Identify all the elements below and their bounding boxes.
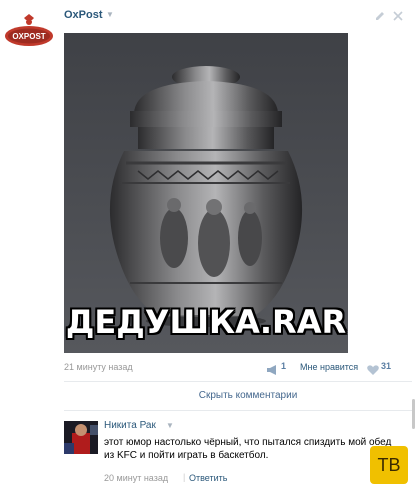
comment-time[interactable]: 20 минут назад — [104, 473, 168, 483]
image-caption: ДЕДУШКА.RAR — [65, 303, 347, 341]
like-button[interactable]: Мне нравится — [300, 362, 358, 372]
divider — [64, 410, 412, 411]
commenter-name-link[interactable]: Никита Рак — [104, 420, 156, 431]
watermark-badge: ТВ — [370, 446, 408, 484]
reply-link[interactable]: Ответить — [189, 473, 227, 483]
megaphone-icon[interactable] — [266, 362, 278, 375]
chevron-down-icon[interactable]: ▼ — [166, 421, 174, 430]
close-icon[interactable] — [393, 8, 403, 21]
wall-post: OXPOST OxPost ▼ ДЕДУШКА.RAR 21 минуту на… — [0, 0, 417, 495]
hide-comments-link[interactable]: Скрыть комментарии — [64, 390, 417, 401]
chevron-down-icon[interactable]: ▼ — [106, 10, 114, 19]
divider — [64, 381, 412, 382]
scrollbar[interactable] — [412, 399, 415, 429]
avatar-text: OXPOST — [12, 32, 45, 41]
shares-count[interactable]: 1 — [281, 361, 286, 371]
heart-icon[interactable] — [367, 362, 379, 375]
post-author-link[interactable]: OxPost — [64, 9, 103, 21]
separator: | — [183, 472, 186, 482]
comment-text: этот юмор настолько чёрный, что пытался … — [104, 437, 392, 461]
edit-icon[interactable] — [375, 8, 385, 20]
likes-count[interactable]: 31 — [381, 361, 391, 371]
post-image[interactable]: ДЕДУШКА.RAR — [64, 33, 348, 353]
commenter-avatar[interactable] — [64, 421, 98, 454]
group-avatar[interactable]: OXPOST — [4, 14, 54, 50]
post-time[interactable]: 21 минуту назад — [64, 362, 133, 372]
